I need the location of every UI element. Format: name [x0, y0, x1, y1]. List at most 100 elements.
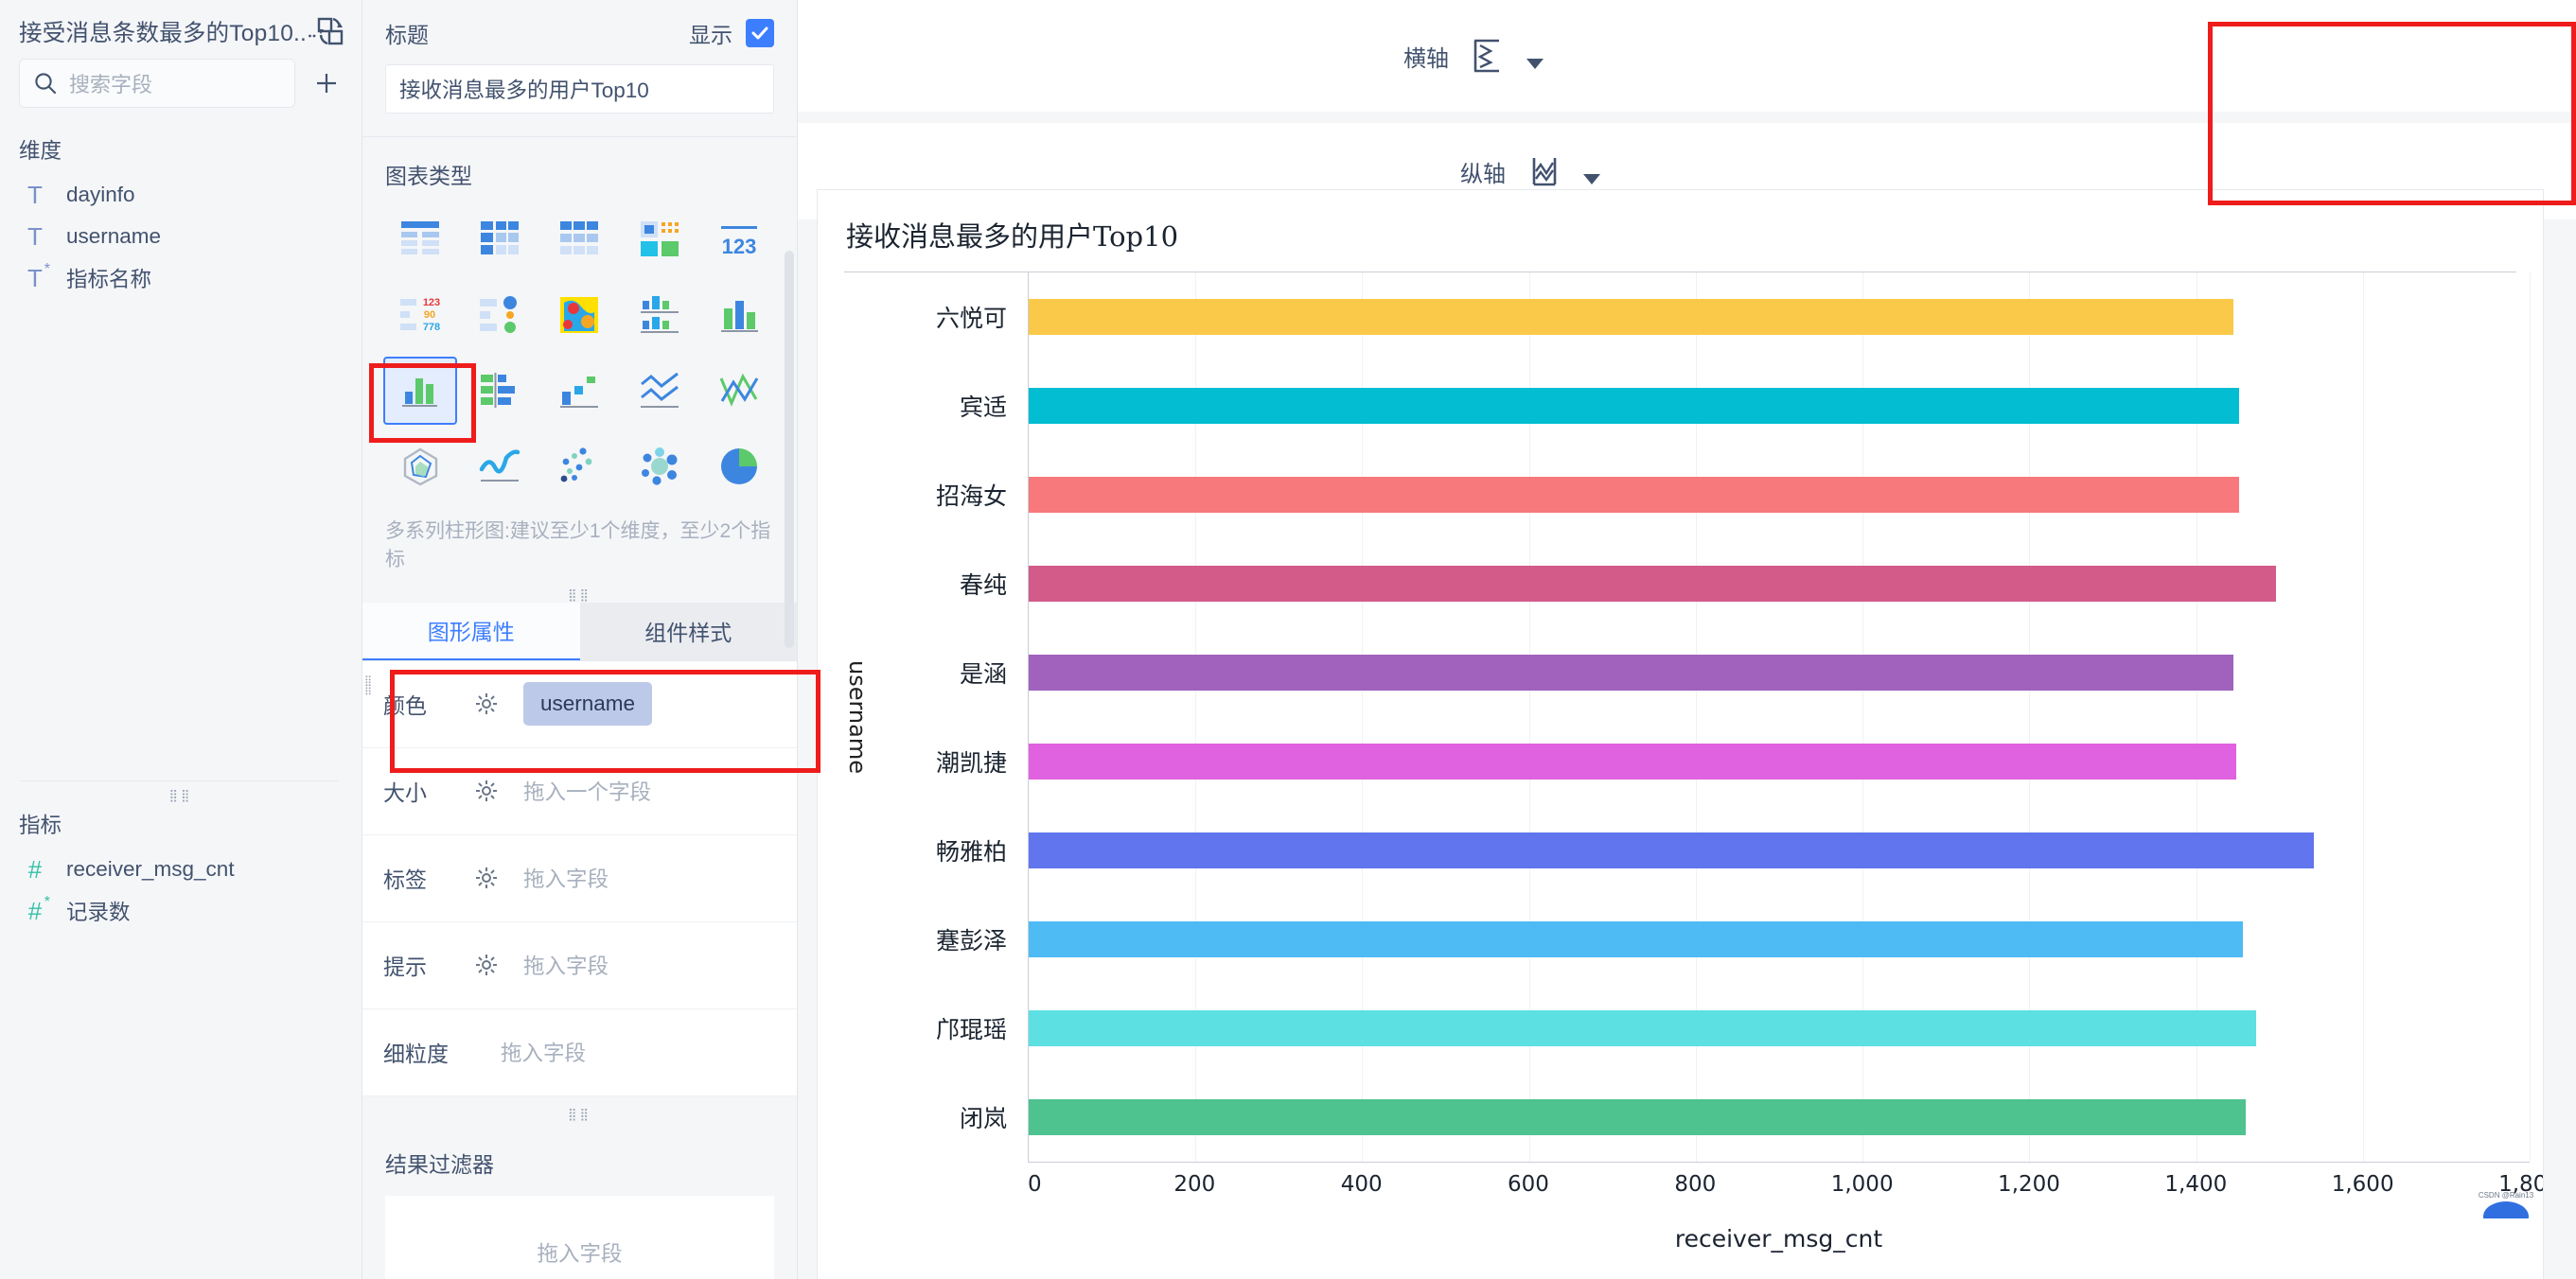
swap-icon[interactable]: [309, 15, 346, 47]
dimension-group-title: 维度: [19, 139, 62, 163]
tab-graphic-properties[interactable]: 图形属性: [362, 602, 580, 660]
panel-drag-handle[interactable]: ⣿ ⣿: [364, 676, 374, 695]
resize-grip[interactable]: ⣿⣿: [0, 781, 362, 803]
chart-type-grouped-bar-icon[interactable]: [623, 281, 697, 349]
bar[interactable]: [1029, 388, 2240, 424]
gridline: [2530, 272, 2531, 1162]
x-axis-tick-label: 1,600: [2331, 1172, 2394, 1197]
chart-type-radar-icon[interactable]: [383, 432, 457, 500]
property-row-granularity[interactable]: 细粒度 拖入字段: [362, 1008, 797, 1096]
show-title-label: 显示: [689, 23, 732, 47]
number-field-calculated-icon: # *: [27, 894, 50, 925]
search-input[interactable]: 搜索字段: [19, 59, 295, 108]
chart-type-detail-table-icon[interactable]: [542, 205, 616, 273]
chart-type-bar-chart-icon[interactable]: [463, 357, 537, 425]
y-axis-tick-label: 畅雅柏: [935, 838, 1007, 866]
result-filter-section: ⣿⣿ 结果过滤器 拖入字段: [362, 1095, 797, 1279]
bar[interactable]: [1029, 1099, 2246, 1135]
tab-component-style[interactable]: 组件样式: [579, 602, 797, 660]
field-label: 记录数: [66, 901, 131, 924]
x-axis-chart-icon[interactable]: [1466, 35, 1508, 77]
plot-area: username 六悦可 宾适 招海女 春纯 是涵 潮凯捷 畅雅柏 蹇彭泽 邝琨瑶 闭岚 rece…: [818, 272, 2543, 1253]
chart-type-heatmap-icon[interactable]: [542, 281, 616, 349]
chart-type-smooth-line-icon[interactable]: [463, 432, 537, 500]
chart-type-column-chart-icon[interactable]: [383, 357, 458, 425]
field-label: dayinfo: [66, 183, 135, 206]
gear-icon[interactable]: [474, 953, 499, 977]
measure-section: ⣿⣿ 指标 # receiver_msg_cnt # * 记录数: [0, 752, 362, 932]
result-filter-dropzone[interactable]: 拖入字段: [385, 1195, 774, 1279]
field-item-username[interactable]: T username: [0, 216, 362, 257]
filter-resize-grip[interactable]: ⣿⣿: [362, 1100, 797, 1122]
property-placeholder: 拖入字段: [501, 1042, 587, 1066]
chart-title-input[interactable]: 接收消息最多的用户Top10: [385, 64, 774, 114]
bar[interactable]: [1029, 299, 2234, 335]
bar[interactable]: [1029, 1010, 2256, 1046]
chart-type-number-card-icon[interactable]: 123: [702, 205, 776, 273]
x-axis-tick-label: 400: [1340, 1172, 1383, 1197]
chart-type-cross-table-icon[interactable]: [463, 205, 537, 273]
text-field-calculated-icon: T *: [27, 261, 50, 292]
field-item-metric-name[interactable]: T * 指标名称: [0, 257, 362, 299]
svg-text:778: 778: [423, 322, 440, 333]
fields-panel: 接受消息条数最多的Top10... 搜索字段 维度 T dayinfo T us…: [0, 0, 362, 1279]
field-label: username: [66, 224, 162, 248]
bar[interactable]: [1029, 566, 2277, 602]
chart-type-area-line-icon[interactable]: [702, 357, 776, 425]
field-item-dayinfo[interactable]: T dayinfo: [0, 174, 362, 216]
field-item-record-count[interactable]: # * 记录数: [0, 890, 362, 932]
gear-icon[interactable]: [474, 692, 499, 716]
bar[interactable]: [1029, 655, 2234, 691]
chart-type-step-scatter-icon[interactable]: [542, 357, 616, 425]
chart-type-ranking-dot-icon[interactable]: [463, 281, 537, 349]
chart-type-scatter-icon[interactable]: [542, 432, 616, 500]
chart-type-pie-icon[interactable]: [702, 432, 776, 500]
field-item-receiver-msg-cnt[interactable]: # receiver_msg_cnt: [0, 849, 362, 890]
gear-icon[interactable]: [474, 866, 499, 890]
x-axis-tick-label: 800: [1674, 1172, 1717, 1197]
property-row-size[interactable]: 大小 拖入一个字段: [362, 747, 797, 835]
chart-type-label: 图表类型: [385, 164, 472, 188]
property-label: 提示: [383, 955, 427, 980]
y-axis-tick-label: 春纯: [959, 571, 1007, 599]
chart-type-kanban-icon[interactable]: [623, 205, 697, 273]
add-field-button[interactable]: [309, 65, 344, 101]
chart-type-multi-column-icon[interactable]: [702, 281, 776, 349]
y-axis-label: 纵轴: [1460, 161, 1506, 187]
search-placeholder: 搜索字段: [69, 73, 153, 96]
text-field-icon: T: [27, 181, 43, 209]
bar[interactable]: [1029, 832, 2314, 868]
property-row-color[interactable]: 颜色 username: [362, 660, 797, 748]
chart-type-multi-line-icon[interactable]: [623, 357, 697, 425]
property-row-label[interactable]: 标签 拖入字段: [362, 834, 797, 922]
x-axis-tick-label: 200: [1173, 1172, 1216, 1197]
show-title-checkbox[interactable]: [746, 19, 774, 47]
search-row: 搜索字段: [0, 53, 362, 108]
title-section: 标题 显示 接收消息最多的用户Top10: [362, 0, 797, 136]
y-axis-title: username: [844, 660, 871, 774]
dataset-title: 接受消息条数最多的Top10...: [19, 20, 305, 46]
svg-text:90: 90: [424, 309, 435, 321]
chart-type-ranking-number-icon[interactable]: 123 90 778: [383, 281, 457, 349]
bar[interactable]: [1029, 477, 2240, 513]
property-row-tooltip[interactable]: 提示 拖入字段: [362, 921, 797, 1009]
color-field-pill[interactable]: username: [523, 682, 653, 727]
property-placeholder: 拖入字段: [523, 867, 609, 892]
bar[interactable]: [1029, 744, 2236, 780]
gear-icon[interactable]: [474, 779, 499, 803]
shelf-divider: [798, 112, 2576, 123]
y-axis-chevron-down-icon[interactable]: [1583, 173, 1600, 184]
chart-type-scrollbar[interactable]: [785, 251, 794, 657]
field-label: 指标名称: [66, 268, 152, 291]
chart-type-table-icon[interactable]: [383, 205, 457, 273]
x-axis-chevron-down-icon[interactable]: [1526, 58, 1544, 69]
text-field-icon: T: [27, 222, 43, 251]
property-label: 细粒度: [383, 1042, 449, 1067]
chart-type-bubble-icon[interactable]: [623, 432, 697, 500]
bar[interactable]: [1029, 921, 2243, 957]
chart-type-resize-grip[interactable]: ⣿⣿: [362, 581, 797, 603]
y-axis-chart-icon[interactable]: [1523, 150, 1564, 192]
y-axis-tick-label: 潮凯捷: [935, 749, 1007, 777]
chart-title: 接收消息最多的用户Top10: [846, 220, 1179, 253]
chart-type-section: 图表类型 123 123 90 778 多系列柱形图:建议至少1个维度，至少2个…: [362, 136, 797, 648]
